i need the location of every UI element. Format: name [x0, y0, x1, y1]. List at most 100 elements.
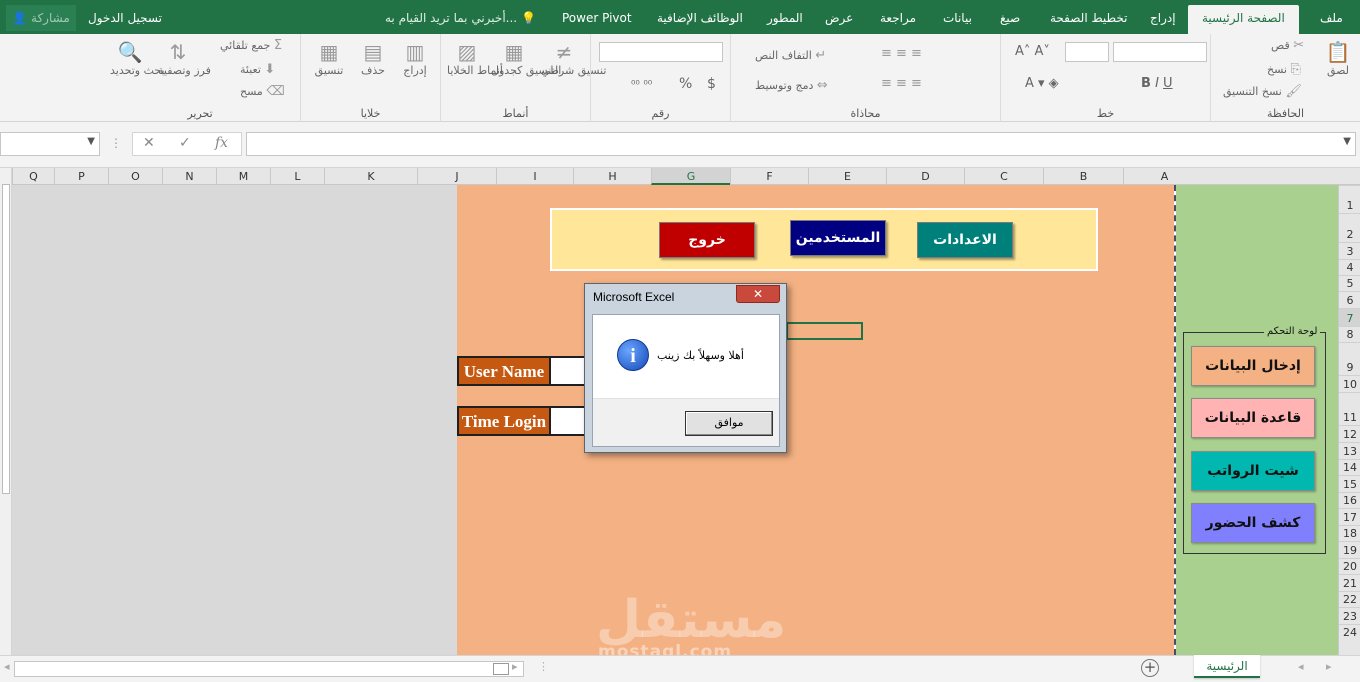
column-header-q[interactable]: Q — [12, 168, 54, 185]
dialog-close-button[interactable]: ✕ — [736, 285, 780, 303]
tab-file[interactable]: ملف — [1320, 5, 1343, 34]
tab-addins[interactable]: الوظائف الإضافية — [657, 5, 743, 34]
wrap-text-button[interactable]: التفاف النص ↵ — [755, 48, 826, 63]
currency-button[interactable]: $ — [707, 76, 716, 92]
number-format-dropdown[interactable] — [599, 42, 723, 62]
hscroll-thumb[interactable] — [493, 663, 509, 675]
row-header-8[interactable]: 8 — [1339, 326, 1360, 342]
row-header-15[interactable]: 15 — [1339, 475, 1360, 492]
format-cells-button[interactable]: ▦ تنسيق — [311, 40, 347, 77]
tab-formulas[interactable]: صيغ — [1000, 5, 1020, 34]
row-header-3[interactable]: 3 — [1339, 242, 1360, 259]
column-header-n[interactable]: N — [162, 168, 216, 185]
row-header-14[interactable]: 14 — [1339, 459, 1360, 475]
enter-icon[interactable]: ✓ — [179, 135, 191, 151]
column-header-a[interactable]: A — [1123, 168, 1205, 185]
tell-me-box[interactable]: أخبرني بما تريد القيام به... 💡 — [385, 5, 536, 31]
sort-filter-button[interactable]: ⇅ فرز وتصفية — [158, 40, 211, 77]
cut-button[interactable]: قص ✂ — [1271, 38, 1304, 53]
column-header-f[interactable]: F — [730, 168, 808, 185]
users-button[interactable]: المستخدمين — [790, 220, 886, 256]
active-cell[interactable] — [786, 322, 863, 340]
exit-button[interactable]: خروج — [659, 222, 755, 258]
row-header-17[interactable]: 17 — [1339, 508, 1360, 525]
row-header-7[interactable]: 7 — [1339, 308, 1360, 326]
column-header-j[interactable]: J — [417, 168, 496, 185]
autosum-button[interactable]: جمع تلقائي Σ — [220, 38, 282, 53]
row-header-19[interactable]: 19 — [1339, 541, 1360, 558]
cell-styles-button[interactable]: ▨ أنماط الخلايا — [447, 40, 503, 77]
vertical-scrollbar[interactable] — [0, 168, 12, 655]
format-painter-button[interactable]: نسخ التنسيق 🖌 — [1223, 84, 1302, 99]
tab-home[interactable]: الصفحة الرئيسية — [1188, 5, 1299, 34]
column-header-i[interactable]: I — [496, 168, 573, 185]
insert-function-icon[interactable]: fx — [215, 135, 228, 151]
column-header-h[interactable]: H — [573, 168, 651, 185]
row-header-1[interactable]: 1 — [1339, 185, 1360, 213]
conditional-format-button[interactable]: ≠ تنسيق شرطي — [541, 40, 606, 77]
paste-button[interactable]: 📋 لصق — [1319, 40, 1357, 77]
row-header-18[interactable]: 18 — [1339, 525, 1360, 541]
scroll-right-icon[interactable]: ▸ — [512, 660, 518, 673]
name-box[interactable]: ▼ — [0, 132, 100, 156]
attendance-button[interactable]: كشف الحضور — [1191, 503, 1315, 543]
row-header-16[interactable]: 16 — [1339, 492, 1360, 508]
split-handle-icon[interactable]: ⋮ — [538, 660, 549, 673]
add-sheet-button[interactable]: + — [1141, 659, 1159, 677]
column-header-p[interactable]: P — [54, 168, 108, 185]
row-header-9[interactable]: 9 — [1339, 342, 1360, 375]
tab-data[interactable]: بيانات — [943, 5, 972, 34]
align-top-icons[interactable]: ≡ ≡ ≡ — [881, 46, 922, 61]
tab-insert[interactable]: إدراج — [1150, 5, 1176, 34]
row-header-6[interactable]: 6 — [1339, 291, 1360, 308]
sign-in-link[interactable]: تسجيل الدخول — [88, 5, 162, 31]
row-header-12[interactable]: 12 — [1339, 425, 1360, 442]
tab-view[interactable]: عرض — [825, 5, 853, 34]
row-header-20[interactable]: 20 — [1339, 558, 1360, 574]
delete-cells-button[interactable]: ▤ حذف — [355, 40, 391, 77]
tab-power-pivot[interactable]: Power Pivot — [562, 5, 632, 34]
cancel-icon[interactable]: ✕ — [143, 135, 155, 151]
horizontal-scrollbar[interactable] — [14, 661, 524, 677]
formula-input[interactable]: ▼ — [246, 132, 1356, 156]
fill-button[interactable]: تعبئة ⬇ — [240, 62, 275, 77]
column-header-d[interactable]: D — [886, 168, 964, 185]
row-header-10[interactable]: 10 — [1339, 375, 1360, 392]
prev-sheet-icon[interactable]: ◂ — [1298, 660, 1304, 673]
scroll-left-icon[interactable]: ◂ — [4, 660, 10, 673]
decimal-icon[interactable]: ⁰⁰ ⁰⁰ — [631, 78, 652, 91]
row-header-11[interactable]: 11 — [1339, 392, 1360, 425]
column-header-m[interactable]: M — [216, 168, 270, 185]
percent-button[interactable]: % — [679, 76, 692, 92]
row-header-22[interactable]: 22 — [1339, 591, 1360, 607]
copy-button[interactable]: نسخ ⎘ — [1267, 62, 1301, 77]
row-header-23[interactable]: 23 — [1339, 607, 1360, 624]
clear-button[interactable]: مسح ⌫ — [240, 84, 285, 99]
column-header-e[interactable]: E — [808, 168, 886, 185]
tab-review[interactable]: مراجعة — [880, 5, 916, 34]
sheet-tab-main[interactable]: الرئيسية — [1194, 655, 1260, 678]
row-header-4[interactable]: 4 — [1339, 259, 1360, 275]
row-header-13[interactable]: 13 — [1339, 442, 1360, 459]
format-as-table-button[interactable]: ▦ التنسيق كجدول — [491, 40, 561, 77]
tab-page-layout[interactable]: تخطيط الصفحة — [1050, 5, 1127, 34]
database-button[interactable]: قاعدة البيانات — [1191, 398, 1315, 438]
insert-cells-button[interactable]: ▥ إدراج — [397, 40, 433, 77]
find-select-button[interactable]: 🔍 بحث وتحديد — [110, 40, 165, 77]
column-header-g[interactable]: G — [651, 168, 730, 185]
grow-shrink-font[interactable]: A˄ A˅ — [1015, 44, 1050, 59]
row-header-5[interactable]: 5 — [1339, 275, 1360, 291]
salaries-button[interactable]: شيت الرواتب — [1191, 451, 1315, 491]
row-header-21[interactable]: 21 — [1339, 574, 1360, 591]
column-header-l[interactable]: L — [270, 168, 324, 185]
font-color-fill-icons[interactable]: A ▾ ◈ — [1025, 76, 1059, 91]
share-button[interactable]: 👤 مشاركة — [6, 5, 76, 31]
select-all-corner[interactable] — [1338, 168, 1360, 185]
column-header-k[interactable]: K — [324, 168, 417, 185]
column-header-o[interactable]: O — [108, 168, 162, 185]
settings-button[interactable]: الاعدادات — [917, 222, 1013, 258]
merge-center-button[interactable]: دمج وتوسيط ⇔ — [755, 78, 828, 93]
drag-handle-icon[interactable]: ⋮ — [110, 136, 122, 150]
column-header-c[interactable]: C — [964, 168, 1043, 185]
scroll-thumb[interactable] — [2, 184, 10, 494]
